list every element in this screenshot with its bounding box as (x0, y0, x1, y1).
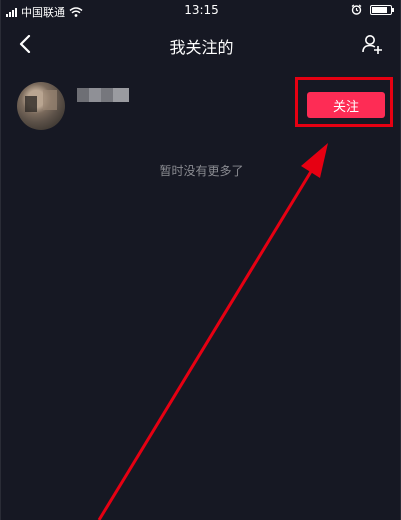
status-bar: 中国联通 13:15 (1, 0, 401, 22)
add-friend-button[interactable] (358, 30, 386, 58)
alarm-icon (351, 4, 362, 15)
nav-bar: 我关注的 (1, 22, 401, 66)
battery-icon (370, 4, 394, 15)
username-blurred (77, 88, 129, 102)
status-time: 13:15 (184, 3, 219, 17)
annotation-highlight-box (295, 77, 393, 127)
screen: 中国联通 13:15 我关注的 关注 暂时没有更多了 (0, 0, 401, 520)
list-end-text: 暂时没有更多了 (159, 164, 244, 178)
avatar[interactable] (17, 82, 65, 130)
page-title: 我关注的 (169, 38, 234, 57)
battery-level (372, 6, 387, 13)
status-right (351, 4, 394, 15)
add-user-icon (362, 35, 382, 54)
